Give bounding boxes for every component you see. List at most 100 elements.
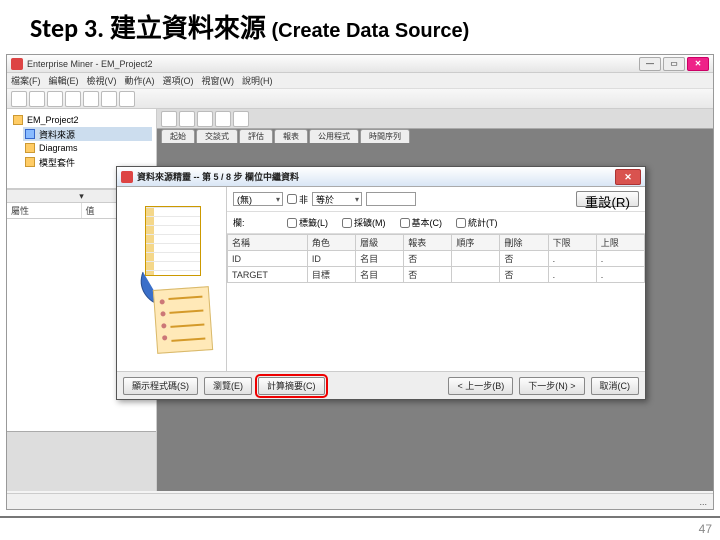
dialog-close-button[interactable]: ✕ — [615, 169, 641, 185]
dialog-body: (無) 非 等於 重設(R) 欄: 標籤(L) 採礦(M) 基本(C) 統計(T… — [117, 187, 645, 371]
slide-divider — [0, 516, 720, 518]
compute-summary-button[interactable]: 計算摘要(C) — [258, 377, 325, 395]
close-button[interactable]: ✕ — [687, 57, 709, 71]
folder-icon — [25, 157, 35, 167]
toolbar-button[interactable] — [119, 91, 135, 107]
canvas-toolbar — [157, 109, 713, 129]
filter-op-combo[interactable]: 等於 — [312, 192, 362, 206]
toolbar-button[interactable] — [47, 91, 63, 107]
col-level[interactable]: 層級 — [356, 235, 404, 251]
menu-view[interactable]: 檢視(V) — [87, 74, 117, 87]
tab-start[interactable]: 起始 — [161, 129, 195, 143]
title-en: (Create Data Source) — [266, 20, 469, 42]
maximize-button[interactable]: ▭ — [663, 57, 685, 71]
table-row[interactable]: ID ID 名目 否 否 . . — [228, 251, 645, 267]
back-button[interactable]: < 上一步(B) — [448, 377, 513, 395]
note-graphic — [152, 286, 212, 354]
minimize-button[interactable]: — — [639, 57, 661, 71]
prop-col-name: 屬性 — [7, 203, 82, 218]
tab-interactive[interactable]: 交談式 — [196, 129, 238, 143]
filter-row: (無) 非 等於 重設(R) — [227, 187, 645, 212]
app-title: Enterprise Miner - EM_Project2 — [27, 59, 639, 69]
cell: ID — [307, 251, 355, 267]
tree-root-label: EM_Project2 — [27, 115, 79, 125]
col-role[interactable]: 角色 — [307, 235, 355, 251]
tab-util[interactable]: 公用程式 — [309, 129, 359, 143]
cell: . — [596, 267, 644, 283]
toolbar-button[interactable] — [233, 111, 249, 127]
canvas-tabs: 起始 交談式 評估 報表 公用程式 時間序列 — [161, 129, 410, 143]
explore-button[interactable]: 瀏覽(E) — [204, 377, 252, 395]
tree-item-diagrams[interactable]: Diagrams — [23, 141, 152, 155]
dialog-footer: 顯示程式碼(S) 瀏覽(E) 計算摘要(C) < 上一步(B) 下一步(N) >… — [117, 371, 645, 399]
cell: 名目 — [356, 251, 404, 267]
menu-options[interactable]: 選項(O) — [163, 74, 194, 87]
table-row[interactable]: TARGET 目標 名目 否 否 . . — [228, 267, 645, 283]
col-low[interactable]: 下限 — [548, 235, 596, 251]
col-order[interactable]: 順序 — [452, 235, 500, 251]
toolbar-button[interactable] — [161, 111, 177, 127]
tree-root[interactable]: EM_Project2 — [11, 113, 152, 127]
menu-help[interactable]: 說明(H) — [242, 74, 273, 87]
wizard-graphic — [127, 204, 217, 354]
dialog-titlebar: 資料來源精靈 -- 第 5 / 8 步 欄位中繼資料 ✕ — [117, 167, 645, 187]
bullet-icon — [161, 323, 166, 328]
filter-column-combo[interactable]: (無) — [233, 192, 283, 206]
wizard-graphic-panel — [117, 187, 227, 371]
toolbar-button[interactable] — [65, 91, 81, 107]
toolbar-button[interactable] — [83, 91, 99, 107]
tab-report[interactable]: 報表 — [274, 129, 308, 143]
checkbox-label: 非 — [299, 193, 308, 206]
tab-assess[interactable]: 評估 — [239, 129, 273, 143]
title-zh: 建立資料來源 — [110, 14, 266, 43]
toolbar-button[interactable] — [11, 91, 27, 107]
col-drop[interactable]: 刪除 — [500, 235, 548, 251]
combo-value: (無) — [237, 193, 252, 206]
toolbar-button[interactable] — [29, 91, 45, 107]
menu-edit[interactable]: 編輯(E) — [49, 74, 79, 87]
toolbar-button[interactable] — [101, 91, 117, 107]
tree-item-label: Diagrams — [39, 143, 78, 153]
cell: 名目 — [356, 267, 404, 283]
status-bar: ... — [7, 493, 713, 509]
reset-filter-button[interactable]: 重設(R) — [576, 191, 639, 207]
cell: ID — [228, 251, 308, 267]
tree-item-datasources[interactable]: 資料來源 — [23, 127, 152, 141]
toolbar-button[interactable] — [197, 111, 213, 127]
toolbar-button[interactable] — [215, 111, 231, 127]
datasource-wizard-dialog: 資料來源精靈 -- 第 5 / 8 步 欄位中繼資料 ✕ (無) — [116, 166, 646, 400]
page-number: 47 — [699, 522, 712, 536]
menu-file[interactable]: 檔案(F) — [11, 74, 41, 87]
checkbox-label: 統計(T) — [468, 216, 498, 229]
toolbar-button[interactable] — [179, 111, 195, 127]
filter-value-input[interactable] — [366, 192, 416, 206]
cancel-button[interactable]: 取消(C) — [591, 377, 640, 395]
show-code-button[interactable]: 顯示程式碼(S) — [123, 377, 198, 395]
metadata-grid[interactable]: 名稱 角色 層級 報表 順序 刪除 下限 上限 ID ID 名目 — [227, 234, 645, 371]
cell: 否 — [500, 251, 548, 267]
menu-action[interactable]: 動作(A) — [125, 74, 155, 87]
not-checkbox[interactable]: 非 — [287, 193, 308, 206]
cell: 否 — [404, 251, 452, 267]
bullet-icon — [162, 335, 167, 340]
folder-icon — [13, 115, 23, 125]
col-high[interactable]: 上限 — [596, 235, 644, 251]
label-checkbox[interactable]: 標籤(L) — [287, 216, 328, 229]
col-name[interactable]: 名稱 — [228, 235, 308, 251]
app-toolbar — [7, 89, 713, 109]
cell: 否 — [500, 267, 548, 283]
cell — [452, 267, 500, 283]
dialog-icon — [121, 171, 133, 183]
basic-checkbox[interactable]: 基本(C) — [400, 216, 443, 229]
data-icon — [25, 129, 35, 139]
folder-icon — [25, 143, 35, 153]
stats-checkbox[interactable]: 統計(T) — [456, 216, 498, 229]
tab-timeseries[interactable]: 時間序列 — [360, 129, 410, 143]
menu-window[interactable]: 視窗(W) — [202, 74, 235, 87]
columns-label: 欄: — [233, 216, 273, 229]
checkbox-label: 採礦(M) — [354, 216, 386, 229]
mining-checkbox[interactable]: 採礦(M) — [342, 216, 386, 229]
next-button[interactable]: 下一步(N) > — [519, 377, 584, 395]
dialog-title: 資料來源精靈 -- 第 5 / 8 步 欄位中繼資料 — [137, 170, 615, 183]
col-report[interactable]: 報表 — [404, 235, 452, 251]
